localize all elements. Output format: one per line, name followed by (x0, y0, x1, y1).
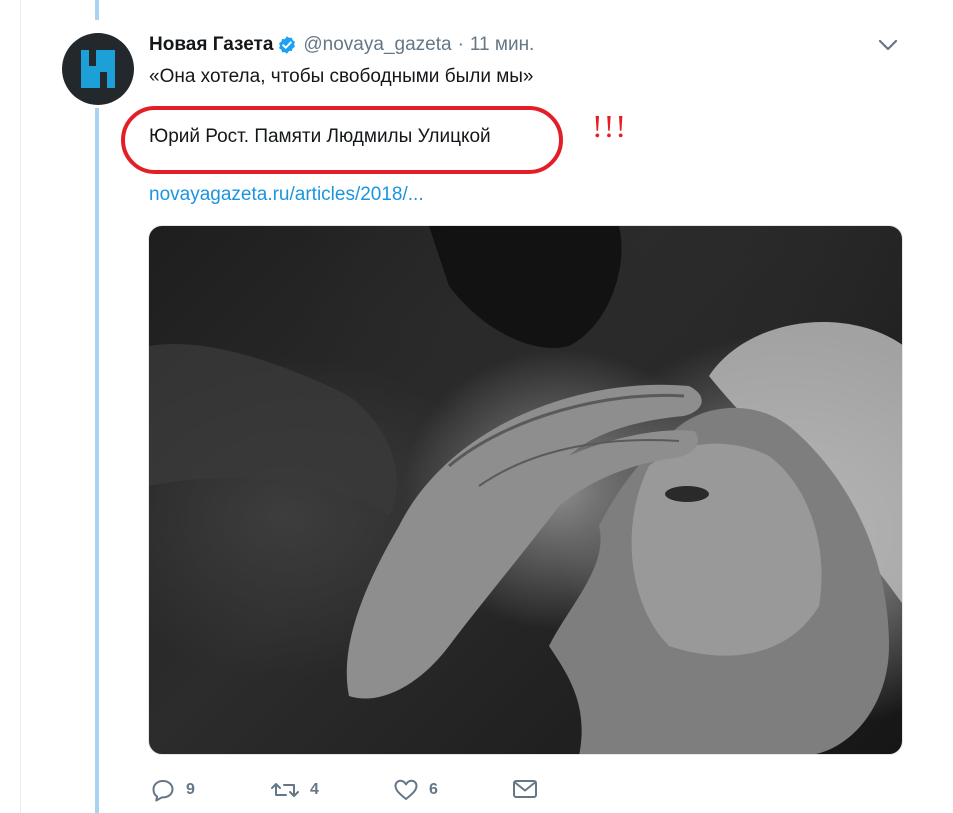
article-link[interactable]: novayagazeta.ru/articles/2018/... (149, 184, 424, 206)
header-separator: · (457, 34, 464, 55)
retweet-count: 4 (310, 781, 319, 798)
thread-line-top (95, 0, 99, 20)
reply-count: 9 (186, 781, 195, 798)
portrait-photo-icon (149, 226, 902, 754)
tweet-timestamp[interactable]: 11 мин. (470, 34, 534, 56)
novaya-gazeta-logo-icon (81, 50, 115, 88)
verified-badge-icon (277, 35, 297, 55)
tweet-actions: 9 4 6 (150, 778, 550, 806)
retweet-icon (271, 783, 299, 797)
retweet-button[interactable]: 4 (270, 778, 319, 802)
heart-icon (394, 779, 418, 800)
avatar[interactable] (62, 33, 134, 105)
author-name[interactable]: Новая Газета (149, 34, 273, 56)
tweet-header: Новая Газета @novaya_gazeta · 11 мин. (149, 34, 534, 56)
reply-button[interactable]: 9 (150, 778, 195, 802)
direct-message-button[interactable] (512, 778, 538, 800)
tweet-text-line: «Она хотела, чтобы свободными были мы» (149, 66, 534, 87)
reply-icon (152, 780, 174, 802)
thread-line (95, 108, 99, 813)
envelope-icon (513, 780, 537, 798)
timeline-border (20, 0, 21, 813)
like-button[interactable]: 6 (393, 778, 438, 802)
like-count: 6 (429, 781, 438, 798)
author-handle[interactable]: @novaya_gazeta (303, 34, 451, 56)
tweet-photo[interactable] (148, 225, 903, 755)
red-annotation-oval (121, 106, 563, 174)
tweet-menu-chevron-down-icon[interactable] (877, 36, 899, 54)
exclamation-annotation: !!! (592, 108, 627, 144)
